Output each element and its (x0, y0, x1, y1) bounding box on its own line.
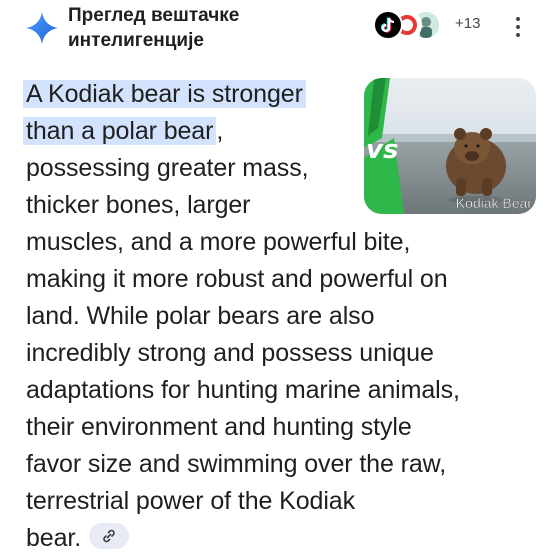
source-avatars[interactable] (373, 10, 453, 42)
highlighted-text: A Kodiak bear is stronger (23, 80, 306, 108)
answer-line: favor size and swimming over the raw, (26, 450, 447, 478)
answer-last-word: bear. (26, 524, 82, 552)
link-icon (103, 530, 115, 543)
tiktok-icon[interactable] (373, 10, 403, 40)
more-sources-count[interactable]: +13 (455, 15, 480, 32)
answer-line: muscles, and a more powerful bite, (26, 228, 411, 256)
answer-line: land. While polar bears are also (26, 302, 375, 330)
highlighted-text: than a polar bear (23, 117, 217, 145)
answer-line-last: bear. (26, 520, 531, 557)
title-line-1: Преглед вештачке (68, 5, 240, 26)
answer-line: thicker bones, larger (26, 191, 251, 219)
answer-line: incredibly strong and possess unique (26, 339, 434, 367)
answer-line: making it more robust and powerful on (26, 265, 448, 293)
ai-overview-answer: A Kodiak bear is stronger than a polar b… (23, 76, 531, 557)
ai-overview-title: Преглед вештачке интелигенције (68, 3, 338, 53)
answer-comma: , (216, 117, 224, 145)
source-link-button[interactable] (89, 523, 130, 550)
answer-line: adaptations for hunting marine animals, (26, 376, 460, 404)
title-line-2: интелигенције (68, 30, 204, 51)
answer-line: than a polar bear, (23, 113, 531, 150)
more-vert-icon[interactable] (508, 14, 528, 40)
answer-line: A Kodiak bear is stronger (23, 76, 531, 113)
spark-icon (26, 12, 58, 44)
ai-overview-header: Преглед вештачке интелигенције +13 (0, 0, 560, 62)
answer-line: terrestrial power of the Kodiak (26, 487, 356, 515)
answer-line: possessing greater mass, (26, 154, 309, 182)
answer-line: their environment and hunting style (26, 413, 412, 441)
